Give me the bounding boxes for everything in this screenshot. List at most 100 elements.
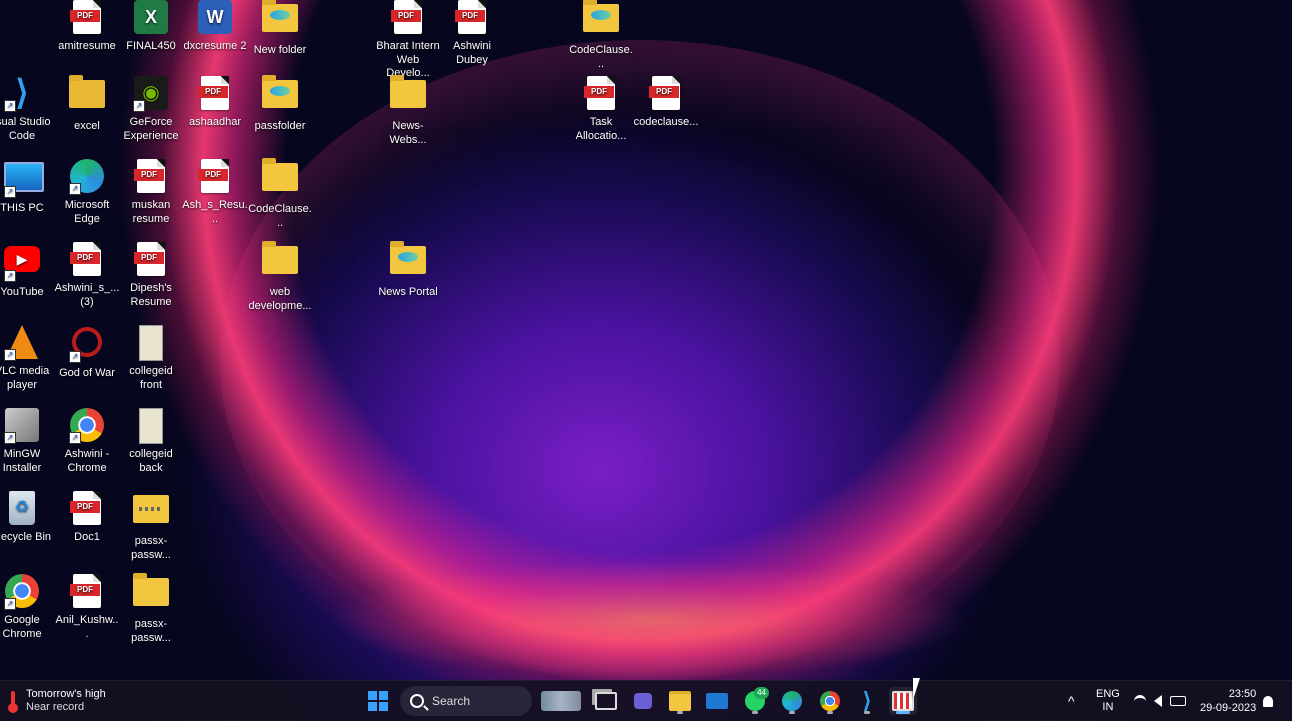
desktop-icon-vscode[interactable]: ⟩↗ isual Studio Code xyxy=(0,76,55,143)
icon-label: GeForce Experience xyxy=(123,116,179,142)
icon-label: FINAL450 xyxy=(126,40,176,52)
pdf-icon: PDF xyxy=(197,76,233,112)
start-button[interactable] xyxy=(364,687,392,715)
notifications-button[interactable] xyxy=(1263,681,1273,721)
chrome-button[interactable] xyxy=(816,687,844,715)
icon-label: Ashwini Dubey xyxy=(453,40,491,66)
vlc-cone-icon: ↗ xyxy=(4,325,40,361)
desktop-icon-this-pc[interactable]: ↗ THIS PC xyxy=(0,159,55,216)
mail-icon xyxy=(706,693,728,709)
pdf-icon: PDF xyxy=(454,0,490,36)
icon-label: Google Chrome xyxy=(2,614,42,640)
weather-widget[interactable]: Tomorrow's high Near record xyxy=(8,687,106,715)
desktop-icon-collegeid-back[interactable]: collegeid back xyxy=(118,408,184,475)
running-indicator xyxy=(752,711,758,714)
search-label: Search xyxy=(432,694,471,708)
edge-icon xyxy=(782,691,802,711)
clock-date: 29-09-2023 xyxy=(1200,702,1257,714)
desktop-icon-god-of-war[interactable]: ↗ God of War xyxy=(54,325,120,381)
desktop-icon-ashwini-chrome[interactable]: ↗ Ashwini - Chrome xyxy=(54,408,120,475)
icon-label: News Portal xyxy=(378,286,438,298)
desktop-icon-geforce[interactable]: ◉ ↗ GeForce Experience xyxy=(118,76,184,143)
pdf-icon: PDF xyxy=(69,491,105,527)
task-view-button[interactable] xyxy=(592,687,620,715)
desktop-icon-task-allocation[interactable]: PDF Task Allocatio... xyxy=(568,76,634,143)
clock-time: 23:50 xyxy=(1228,688,1257,700)
folder-icon xyxy=(583,0,619,40)
folder-icon xyxy=(262,241,298,282)
clock[interactable]: 23:50 29-09-2023 xyxy=(1200,681,1256,721)
desktop-icon-codeclause-pdf[interactable]: PDF codeclause... xyxy=(633,76,699,130)
desktop-icon-final450[interactable]: X FINAL450 xyxy=(118,0,184,54)
desktop-icon-recycle-bin[interactable]: ♻ Recycle Bin xyxy=(0,491,55,545)
whatsapp-icon: 44 xyxy=(745,687,769,711)
vscode-button[interactable]: ⟩ xyxy=(853,687,881,715)
desktop-icon-ashwini-s-3[interactable]: PDF Ashwini_s_... (3) xyxy=(54,242,120,309)
weather-subline: Near record xyxy=(26,701,85,713)
desktop-icon-youtube[interactable]: ▶ ↗ YouTube xyxy=(0,242,55,300)
teams-chat-button[interactable] xyxy=(629,687,657,715)
thermometer-icon xyxy=(8,691,18,713)
whatsapp-button[interactable]: 44 xyxy=(741,687,769,715)
desktop-icon-vlc[interactable]: ↗ VLC media player xyxy=(0,325,55,392)
icon-label: passx-passw... xyxy=(131,618,171,644)
icon-label: Ashwini - Chrome xyxy=(64,448,110,474)
taskbar-search[interactable]: Search xyxy=(400,686,532,716)
edge-button[interactable] xyxy=(778,687,806,715)
icon-label: New folder xyxy=(253,44,307,56)
icon-label: ashaadhar xyxy=(189,116,241,128)
tray-overflow-button[interactable]: ^ xyxy=(1068,681,1075,721)
folder-icon xyxy=(669,691,691,711)
icon-label: Dipesh's Resume xyxy=(130,282,172,308)
icon-label: Task Allocatio... xyxy=(575,116,627,142)
desktop-icon-codeclause-1[interactable]: CodeClause... xyxy=(568,0,634,71)
desktop-icon-muskan-resume[interactable]: PDF muskan resume xyxy=(118,159,184,226)
desktop-icon-news-portal[interactable]: News Portal xyxy=(375,241,441,300)
desktop-icon-google-chrome[interactable]: ↗ Google Chrome xyxy=(0,574,55,641)
desktop-icon-mingw[interactable]: ↗ MinGW Installer xyxy=(0,408,55,475)
shortcut-arrow-icon: ↗ xyxy=(4,349,16,361)
icon-label: Bharat Intern Web Develo... xyxy=(376,40,440,79)
desktop-icon-edge[interactable]: ↗ Microsoft Edge xyxy=(54,159,120,226)
shortcut-arrow-icon: ↗ xyxy=(4,598,16,610)
language-indicator[interactable]: ENG IN xyxy=(1096,681,1120,721)
icon-label: Microsoft Edge xyxy=(64,199,110,225)
desktop-icon-codeclause-2[interactable]: CodeClause... xyxy=(247,158,313,230)
windows-logo-icon xyxy=(368,691,388,711)
file-explorer-button[interactable] xyxy=(666,687,694,715)
icon-label: passx-passw... xyxy=(131,535,171,561)
desktop-icon-ashwini-dubey[interactable]: PDF Ashwini Dubey xyxy=(439,0,505,67)
nvidia-icon: ◉ ↗ xyxy=(133,76,169,112)
desktop-icon-web-development[interactable]: web developme... xyxy=(247,241,313,313)
quick-settings[interactable] xyxy=(1134,681,1186,721)
desktop-icon-anil-kushw[interactable]: PDF Anil_Kushw... xyxy=(54,574,120,641)
pdf-icon: PDF xyxy=(133,159,169,195)
shortcut-arrow-icon: ↗ xyxy=(4,186,16,198)
desktop-icon-doc1[interactable]: PDF Doc1 xyxy=(54,491,120,545)
icon-label: YouTube xyxy=(0,286,44,298)
desktop-icon-dxcresume[interactable]: W dxcresume 2 xyxy=(182,0,248,54)
search-highlight-button[interactable] xyxy=(538,687,584,715)
youtube-icon: ▶ ↗ xyxy=(4,246,40,282)
desktop-icon-ash-resume[interactable]: PDF Ash_s_Resu... xyxy=(182,159,248,226)
desktop-icon-passx-folder[interactable]: passx-passw... xyxy=(118,573,184,645)
icon-label: codeclause... xyxy=(633,116,699,128)
desktop-icon-passfolder[interactable]: passfolder xyxy=(247,75,313,134)
desktop-icon-collegeid-front[interactable]: collegeid front xyxy=(118,325,184,392)
region-code: IN xyxy=(1102,701,1114,713)
desktop-icon-news-webs[interactable]: News-Webs... xyxy=(375,75,441,147)
icon-label: amitresume xyxy=(58,40,116,52)
desktop-icon-excel-folder[interactable]: excel xyxy=(54,75,120,134)
pdf-icon: PDF xyxy=(648,76,684,112)
desktop-icon-ashaadhar[interactable]: PDF ashaadhar xyxy=(182,76,248,130)
desktop-icon-new-folder[interactable]: New folder xyxy=(247,0,313,58)
icon-label: Ashwini_s_... (3) xyxy=(54,282,120,308)
desktop-icon-dipesh-resume[interactable]: PDF Dipesh's Resume xyxy=(118,242,184,309)
shortcut-arrow-icon: ↗ xyxy=(4,270,16,282)
desktop-icon-amitresume[interactable]: PDF amitresume xyxy=(54,0,120,54)
icon-label: muskan resume xyxy=(131,199,171,225)
mail-button[interactable] xyxy=(703,687,731,715)
word-icon: W xyxy=(197,0,233,36)
desktop-icon-bharat-intern[interactable]: PDF Bharat Intern Web Develo... xyxy=(375,0,441,81)
desktop-icon-passx-zip[interactable]: passx-passw... xyxy=(118,491,184,562)
